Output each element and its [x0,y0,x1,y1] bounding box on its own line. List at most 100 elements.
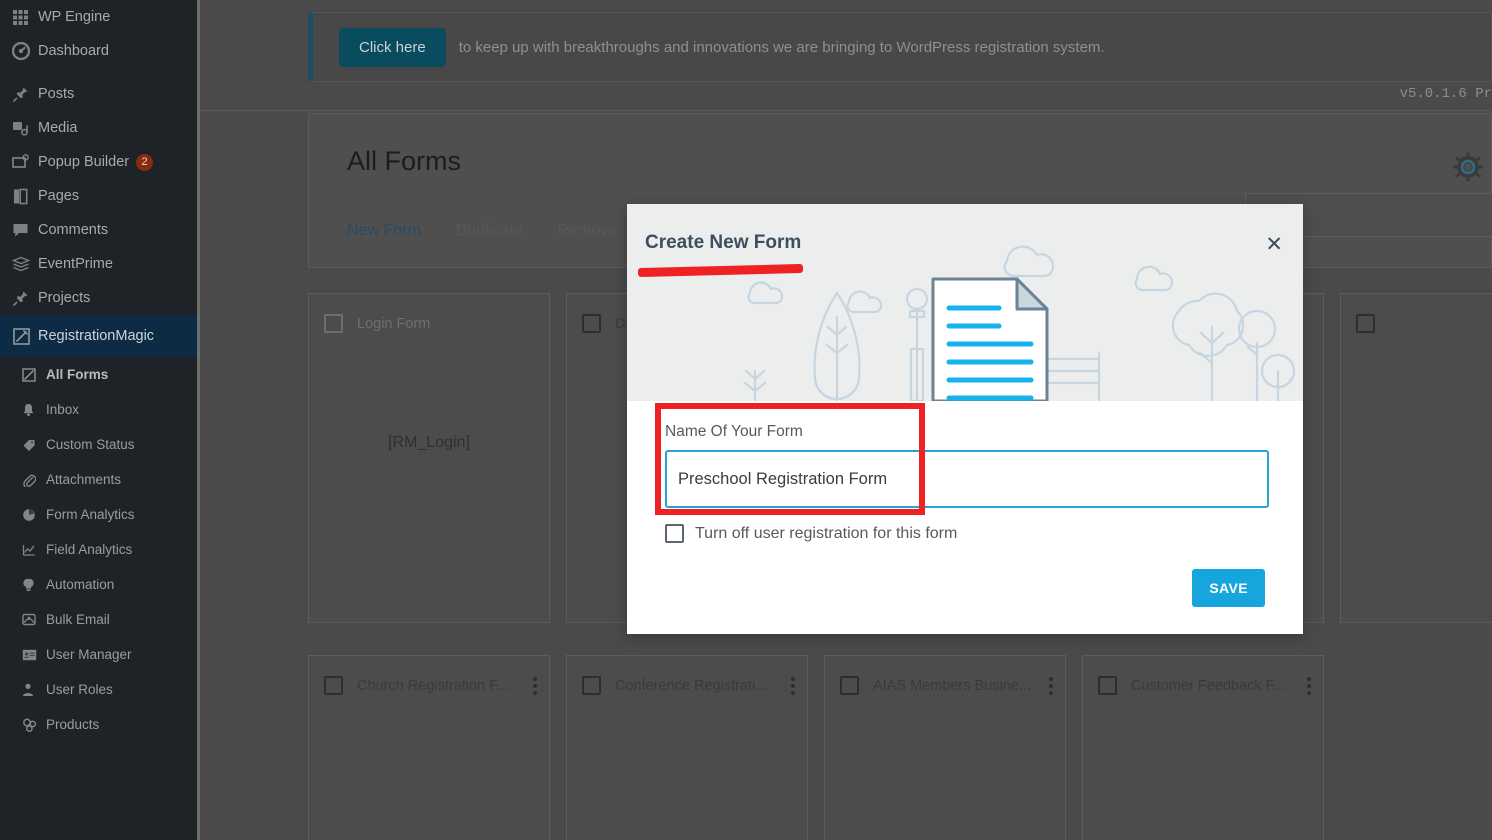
sidebar-subitem-label: User Roles [46,682,113,697]
annotation-field-highlight-box [655,403,925,515]
tab-duplicate[interactable]: Duplicate [456,222,523,240]
close-icon[interactable]: ✕ [1265,234,1283,255]
sidebar-item-registrationmagic[interactable]: RegistrationMagic [0,315,200,357]
sidebar-item-label: RegistrationMagic [38,328,155,344]
form-select-checkbox[interactable] [582,314,601,333]
lightbulb-icon [22,578,46,592]
pages-icon [12,188,38,205]
form-select-checkbox[interactable] [324,676,343,695]
sidebar-item-media[interactable]: Media [0,111,200,145]
sidebar-item-label: Media [38,120,78,136]
sidebar-item-wp-engine[interactable]: WP Engine [0,0,200,34]
sidebar-subitem-label: User Manager [46,647,132,662]
sidebar-item-field-analytics[interactable]: Field Analytics [0,532,200,567]
form-card[interactable]: Conference Registrati... [566,655,808,840]
page-title: All Forms [347,146,461,176]
form-card[interactable]: AIAS Members Busine... [824,655,1066,840]
form-card[interactable] [1340,293,1492,623]
speedometer-icon [12,42,38,60]
form-card[interactable]: Customer Feedback F... [1082,655,1324,840]
turn-off-registration-row[interactable]: Turn off user registration for this form [665,524,1265,543]
sidebar-item-comments[interactable]: Comments [0,213,200,247]
form-card-menu-icon[interactable] [1049,676,1053,695]
sidebar-item-label: WP Engine [38,9,111,25]
envelope-icon [22,613,46,626]
tab-new-form[interactable]: New Form [347,222,421,240]
sidebar-item-label: Popup Builder [38,154,130,170]
sidebar-item-eventprime[interactable]: EventPrime [0,247,200,281]
popup-builder-count-badge: 2 [136,153,154,171]
bell-icon [22,403,46,417]
sidebar-item-posts[interactable]: Posts [0,77,200,111]
sidebar-subitem-label: All Forms [46,367,109,382]
sidebar-divider [0,68,200,77]
sidebar-item-inbox[interactable]: Inbox [0,392,200,427]
header-divider [200,110,1492,111]
sidebar-item-label: EventPrime [38,256,113,272]
sidebar-item-custom-status[interactable]: Custom Status [0,427,200,462]
sidebar-item-bulk-email[interactable]: Bulk Email [0,602,200,637]
modal-header: Create New Form ✕ [627,204,1303,401]
form-icon [22,367,46,382]
turn-off-registration-label: Turn off user registration for this form [695,524,958,542]
stack-icon [12,256,38,273]
modal-hero-illustration [743,245,1296,401]
form-select-checkbox[interactable] [840,676,859,695]
sidebar-subitem-label: Custom Status [46,437,135,452]
pin-icon [12,86,38,103]
tag-icon [22,438,46,452]
sidebar-subitem-label: Bulk Email [46,612,110,627]
sidebar-item-label: Comments [38,222,109,238]
form-card[interactable]: Login Form [RM_Login] [308,293,550,623]
turn-off-registration-checkbox[interactable] [665,524,684,543]
sidebar-subitem-label: Inbox [46,402,80,417]
sidebar-item-automation[interactable]: Automation [0,567,200,602]
form-card-title: Conference Registrati... [615,677,768,694]
tab-remove[interactable]: Remove [557,222,617,240]
sidebar-item-all-forms[interactable]: All Forms [0,357,200,392]
popup-icon [12,153,38,171]
sidebar-scrollbar[interactable] [197,0,200,840]
sidebar-item-projects[interactable]: Projects [0,281,200,315]
sidebar-subitem-label: Automation [46,577,115,592]
modal-title: Create New Form [645,232,802,253]
form-card-title: Customer Feedback F... [1131,677,1285,694]
pie-chart-icon [22,508,46,522]
form-card-menu-icon[interactable] [791,676,795,695]
pin-icon [12,290,38,307]
form-select-checkbox[interactable] [1098,676,1117,695]
sidebar-item-attachments[interactable]: Attachments [0,462,200,497]
click-here-button[interactable]: Click here [339,27,446,67]
products-icon [22,718,46,732]
user-icon [22,683,46,697]
sidebar-subitem-label: Products [46,717,100,732]
notice-text: to keep up with breakthroughs and innova… [458,38,1105,56]
sidebar-item-products[interactable]: Products [0,707,200,742]
media-icon [12,120,38,137]
sidebar-item-pages[interactable]: Pages [0,179,200,213]
form-shortcode: [RM_Login] [388,434,470,451]
sidebar-item-form-analytics[interactable]: Form Analytics [0,497,200,532]
sidebar-item-user-roles[interactable]: User Roles [0,672,200,707]
sidebar-item-user-manager[interactable]: User Manager [0,637,200,672]
registrationmagic-icon [12,327,38,346]
grid-icon [12,9,38,26]
form-card-menu-icon[interactable] [533,676,537,695]
sidebar-item-dashboard[interactable]: Dashboard [0,34,200,68]
gear-icon[interactable] [1453,152,1483,182]
form-select-checkbox[interactable] [1356,314,1375,333]
form-card-title: Login Form [357,315,431,332]
form-card[interactable]: Church Registration F... [308,655,550,840]
sidebar-item-label: Dashboard [38,43,109,59]
form-card-menu-icon[interactable] [1307,676,1311,695]
sidebar-item-popup-builder[interactable]: Popup Builder 2 [0,145,200,179]
save-button[interactable]: SAVE [1192,569,1265,607]
sidebar-subitem-label: Form Analytics [46,507,135,522]
plugin-version-label: v5.0.1.6 Pr [1399,86,1492,102]
sidebar-subitem-label: Attachments [46,472,122,487]
comment-icon [12,222,38,239]
form-select-checkbox[interactable] [324,314,343,333]
promo-notice: Click here to keep up with breakthroughs… [308,12,1492,82]
paperclip-icon [22,473,46,487]
form-select-checkbox[interactable] [582,676,601,695]
